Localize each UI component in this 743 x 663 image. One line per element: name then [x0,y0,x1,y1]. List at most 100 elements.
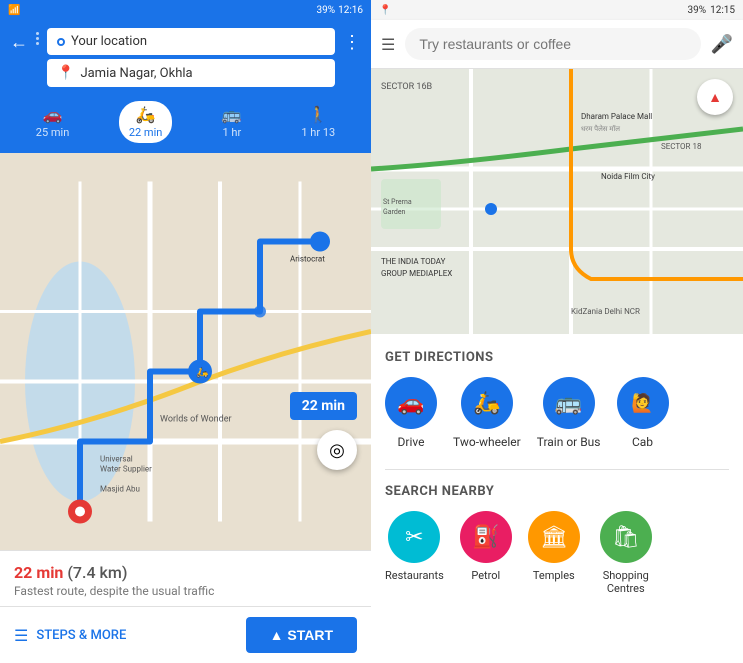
svg-text:Universal: Universal [100,455,133,464]
tab-bike[interactable]: 🛵 22 min [119,101,173,143]
time-right: 12:15 [710,5,735,16]
tab-transit[interactable]: 🚌 1 hr [212,101,252,143]
drive-icon: 🚗 [43,105,63,124]
status-left-icons: 📶 [8,5,20,16]
tab-drive[interactable]: 🚗 25 min [26,101,80,143]
from-input[interactable]: Your location [47,28,335,55]
map-area-right[interactable]: SECTOR 16B Dharam Palace Mall धरम पैलेस … [371,69,743,334]
nearby-petrol[interactable]: ⛽ Petrol [460,511,512,595]
svg-text:St Prerna: St Prerna [383,198,412,206]
svg-text:Aristocrat: Aristocrat [290,255,325,264]
svg-text:Dharam Palace Mall: Dharam Palace Mall [581,112,652,121]
svg-text:🛵: 🛵 [196,367,209,379]
bike-label: 22 min [129,126,163,139]
temples-circle: 🏛 [528,511,580,563]
transit-icon: 🚌 [222,105,242,124]
shopping-circle: 🛍 [600,511,652,563]
compass-icon: ▲ [708,89,722,106]
start-button[interactable]: ▲ START [246,617,357,653]
dir-drive[interactable]: 🚗 Drive [385,377,437,449]
dot3 [36,42,39,45]
steps-more-button[interactable]: ☰ STEPS & MORE [14,626,126,645]
search-input[interactable] [405,28,700,60]
menu-icon: ☰ [14,626,28,645]
route-distance: (7.4 km) [67,563,127,582]
nearby-icons-row: ✂ Restaurants ⛽ Petrol 🏛 Temples 🛍 Shopp… [385,511,729,595]
status-bar-left: 📶 39% 12:16 [0,0,371,20]
cab-label: Cab [632,435,653,449]
svg-text:GROUP MEDIAPLEX: GROUP MEDIAPLEX [381,269,452,278]
status-right-left: 📍 [379,5,391,16]
svg-text:Worlds of Wonder: Worlds of Wonder [160,415,232,425]
nav-inputs: Your location 📍 Jamia Nagar, Okhla [47,28,335,87]
hamburger-button[interactable]: ☰ [381,35,395,54]
compass-button[interactable]: ▲ [697,79,733,115]
walk-label: 1 hr 13 [301,126,335,139]
from-text: Your location [71,34,147,49]
from-dot [57,38,65,46]
route-description: Fastest route, despite the usual traffic [14,584,357,598]
search-nearby-title: SEARCH NEARBY [385,484,729,499]
mic-button[interactable]: 🎤 [711,34,733,55]
two-wheeler-circle: 🛵 [461,377,513,429]
svg-text:KidZania Delhi NCR: KidZania Delhi NCR [571,307,640,316]
walk-icon: 🚶 [308,105,328,124]
back-button[interactable]: ← [10,28,28,53]
section-divider [385,469,729,470]
transport-tabs: 🚗 25 min 🛵 22 min 🚌 1 hr 🚶 1 hr 13 [0,95,371,153]
svg-text:SECTOR 18: SECTOR 18 [661,142,702,151]
battery-left: 39% [317,5,336,16]
search-header: ☰ 🎤 [371,20,743,69]
dot2 [36,37,39,40]
restaurants-circle: ✂ [388,511,440,563]
time-left: 12:16 [338,5,363,16]
dir-train-bus[interactable]: 🚌 Train or Bus [537,377,601,449]
train-bus-label: Train or Bus [537,435,601,449]
petrol-circle: ⛽ [460,511,512,563]
transit-label: 1 hr [223,126,242,139]
route-time-distance: 22 min (7.4 km) [14,563,357,582]
route-time: 22 min [14,563,63,582]
start-label: ▲ START [270,627,333,643]
svg-text:Маsjid Abu: Маsjid Abu [100,485,140,494]
to-input[interactable]: 📍 Jamia Nagar, Okhla [47,59,335,87]
svg-text:THE INDIA TODAY: THE INDIA TODAY [381,257,446,266]
svg-text:Garden: Garden [383,208,406,216]
dot1 [36,32,39,35]
temples-label: Temples [533,569,575,582]
petrol-label: Petrol [471,569,500,582]
signal-icon: 📶 [8,5,20,16]
nearby-shopping[interactable]: 🛍 Shopping Centres [596,511,656,595]
bottom-sheet: GET DIRECTIONS 🚗 Drive 🛵 Two-wheeler 🚌 T… [371,334,743,663]
nearby-restaurants[interactable]: ✂ Restaurants [385,511,444,595]
left-panel: 📶 39% 12:16 ← Your location 📍 Jamia Naga… [0,0,371,663]
map-time-overlay: 22 min [290,392,357,420]
two-wheeler-label: Two-wheeler [453,435,521,449]
to-pin-icon: 📍 [57,65,74,81]
bottom-bar: ☰ STEPS & MORE ▲ START [0,606,371,663]
restaurants-label: Restaurants [385,569,444,582]
train-bus-circle: 🚌 [543,377,595,429]
shopping-label: Shopping Centres [596,569,656,595]
nearby-temples[interactable]: 🏛 Temples [528,511,580,595]
nav-header: ← Your location 📍 Jamia Nagar, Okhla ⋮ [0,20,371,95]
status-right-right: 39% 12:15 [688,5,735,16]
svg-text:धरम पैलेस मॉल: धरम पैलेस मॉल [581,124,620,133]
maps-icon: 📍 [379,5,391,16]
status-bar-right: 📍 39% 12:15 [371,0,743,20]
dir-two-wheeler[interactable]: 🛵 Two-wheeler [453,377,521,449]
battery-right: 39% [688,5,707,16]
svg-text:Noida Film City: Noida Film City [601,172,655,181]
route-info-bar: 22 min (7.4 km) Fastest route, despite t… [0,550,371,606]
svg-text:Water Supplier: Water Supplier [100,465,152,474]
tab-walk[interactable]: 🚶 1 hr 13 [291,101,345,143]
more-options-button[interactable]: ⋮ [343,28,361,53]
to-text: Jamia Nagar, Okhla [80,66,192,81]
dir-cab[interactable]: 🙋 Cab [617,377,669,449]
my-location-button[interactable]: ◎ [317,430,357,470]
svg-text:SECTOR 16B: SECTOR 16B [381,82,433,92]
location-icon: ◎ [329,440,345,461]
bike-icon: 🛵 [136,105,156,124]
map-area-left[interactable]: Worlds of Wonder Universal Water Supplie… [0,153,371,550]
cab-circle: 🙋 [617,377,669,429]
